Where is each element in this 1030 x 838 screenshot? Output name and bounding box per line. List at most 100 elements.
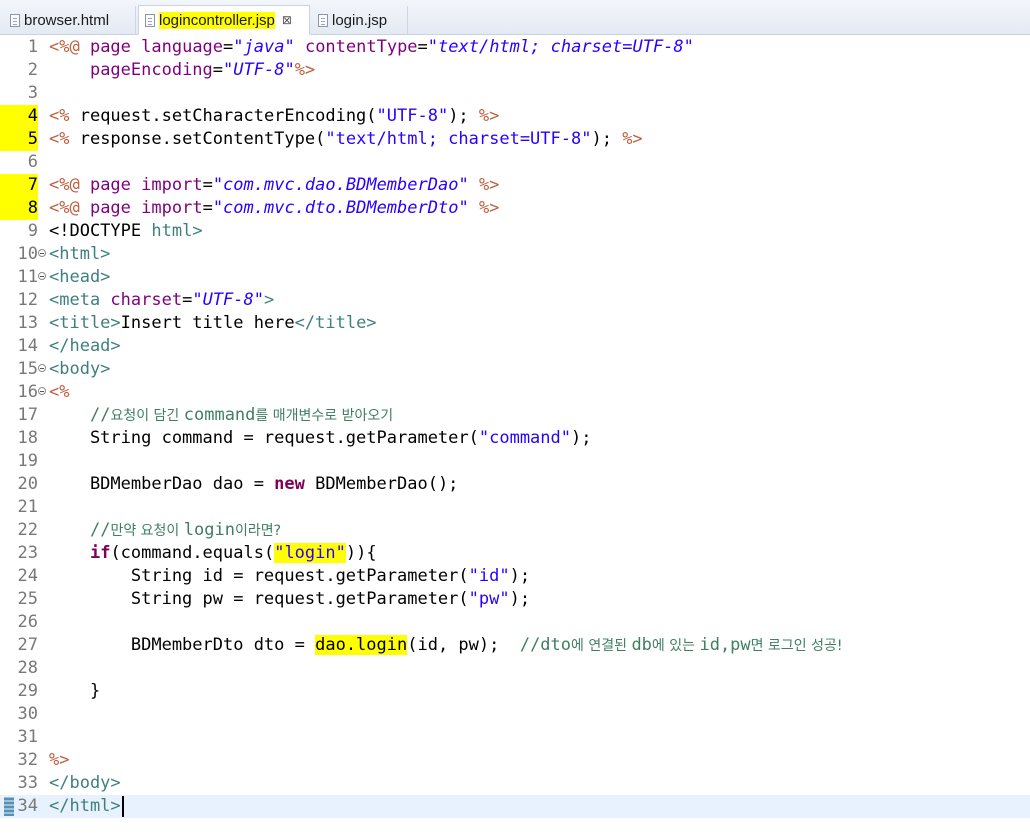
line-number: 7 [0,174,38,197]
code-token: </head> [49,336,121,356]
code-token: )) [345,543,367,563]
code-text: <body> [49,358,110,381]
code-token: "text/html; charset=UTF-8" [427,37,694,57]
code-token: language [141,37,224,57]
code-line[interactable]: 9 <!DOCTYPE html> [0,220,1030,243]
code-line[interactable]: 33 </body> [0,772,1030,795]
line-number: 18 [17,428,38,448]
code-line[interactable]: 10 <html> [0,243,1030,266]
code-text: String id = request.getParameter("id"); [49,565,530,588]
code-token: import [141,198,203,218]
code-line[interactable]: 30 [0,703,1030,726]
code-token: page [89,37,142,57]
fold-toggle-icon[interactable] [38,272,46,280]
tab-label: logincontroller.jsp [159,11,275,29]
code-token: <body> [49,359,111,379]
code-text: <title>Insert title here</title> [49,312,377,335]
code-token: Insert title here [120,313,295,333]
line-number: 16 [17,382,38,402]
code-text: <!DOCTYPE html> [49,220,203,243]
code-line[interactable]: 13 <title>Insert title here</title> [0,312,1030,335]
code-line[interactable]: 27 BDMemberDto dto = dao.login(id, pw); … [0,634,1030,657]
code-token: </title> [294,313,377,333]
code-token: (command.equals( [110,543,275,563]
code-text: <% [49,381,69,404]
code-line[interactable]: 26 [0,611,1030,634]
html-file-icon [10,13,20,27]
code-line[interactable]: 2 pageEncoding="UTF-8"%> [0,59,1030,82]
line-number: 19 [17,451,38,471]
tab-browser-html[interactable]: browser.html [4,6,136,34]
code-line[interactable]: 21 [0,496,1030,519]
code-text: <%@ page import="com.mvc.dto.BDMemberDto… [49,197,499,220]
code-line[interactable]: 31 [0,726,1030,749]
line-number: 26 [17,612,38,632]
line-number: 2 [27,60,38,80]
code-token: = [182,290,193,310]
code-line[interactable]: 25 String pw = request.getParameter("pw"… [0,588,1030,611]
code-text: //요청이 담긴 command를 매개변수로 받아오기 [49,404,393,428]
code-text: String command = request.getParameter("c… [49,427,592,450]
line-number: 17 [17,405,38,425]
code-line[interactable]: 18 String command = request.getParameter… [0,427,1030,450]
code-token: "com.mvc.dao.BDMemberDao" [212,175,469,195]
code-token: // [89,520,111,540]
code-token: new [274,474,305,494]
code-line[interactable]: 34 </html> [0,795,1030,818]
line-number: 12 [17,290,38,310]
code-line[interactable]: 6 [0,151,1030,174]
code-line[interactable]: 23 if(command.equals("login")){ [0,542,1030,565]
code-token: %> [294,60,316,80]
code-line[interactable]: 29 } [0,680,1030,703]
code-token: page [89,175,142,195]
line-number: 4 [0,105,38,128]
fold-toggle-icon[interactable] [38,387,46,395]
code-line[interactable]: 1 <%@ page language="java" contentType="t… [0,36,1030,59]
jsp-file-icon [145,13,155,27]
code-token: </body> [49,773,121,793]
line-number: 6 [27,152,38,172]
code-token: import [141,175,203,195]
code-text: </head> [49,335,121,358]
code-line[interactable]: 32 %> [0,749,1030,772]
code-token: <title> [49,313,121,333]
code-text: <%@ page language="java" contentType="te… [49,36,694,59]
code-token: = [223,37,234,57]
code-text: </html> [49,795,121,818]
code-line[interactable]: 15 <body> [0,358,1030,381]
tab-login-jsp[interactable]: login.jsp [312,6,408,34]
code-line[interactable]: 28 [0,657,1030,680]
code-line[interactable]: 17 //요청이 담긴 command를 매개변수로 받아오기 [0,404,1030,427]
code-line[interactable]: 12 <meta charset="UTF-8"> [0,289,1030,312]
code-token: 만약 요청이 [110,523,184,539]
tab-logincontroller-jsp[interactable]: logincontroller.jsp ⊠ [138,5,310,35]
code-line[interactable]: 20 BDMemberDao dao = new BDMemberDao(); [0,473,1030,496]
code-token: %> [478,106,500,126]
code-token: = [212,60,224,80]
code-token: contentType [304,37,418,57]
code-line[interactable]: 5 <% response.setContentType("text/html; … [0,128,1030,151]
code-line[interactable]: 19 [0,450,1030,473]
close-tab-icon[interactable]: ⊠ [282,13,292,27]
code-line[interactable]: 3 [0,82,1030,105]
fold-toggle-icon[interactable] [38,364,46,372]
code-line[interactable]: 24 String id = request.getParameter("id"… [0,565,1030,588]
code-line[interactable]: 16 <% [0,381,1030,404]
code-token: ); [591,129,623,149]
line-number: 22 [17,520,38,540]
code-line[interactable]: 22 //만약 요청이 login이라면? [0,519,1030,542]
code-line[interactable]: 14 </head> [0,335,1030,358]
code-token: { [366,543,377,563]
fold-toggle-icon[interactable] [38,249,46,257]
code-line[interactable]: 4 <% request.setCharacterEncoding("UTF-8"… [0,105,1030,128]
code-token: %> [478,198,500,218]
code-token: //dto [519,635,572,655]
code-token: "text/html; charset=UTF-8" [325,129,592,149]
code-line[interactable]: 11 <head> [0,266,1030,289]
code-line[interactable]: 7 <%@ page import="com.mvc.dao.BDMemberDa… [0,174,1030,197]
code-line[interactable]: 8 <%@ page import="com.mvc.dto.BDMemberDt… [0,197,1030,220]
code-editor[interactable]: 1 <%@ page language="java" contentType="t… [0,36,1030,838]
